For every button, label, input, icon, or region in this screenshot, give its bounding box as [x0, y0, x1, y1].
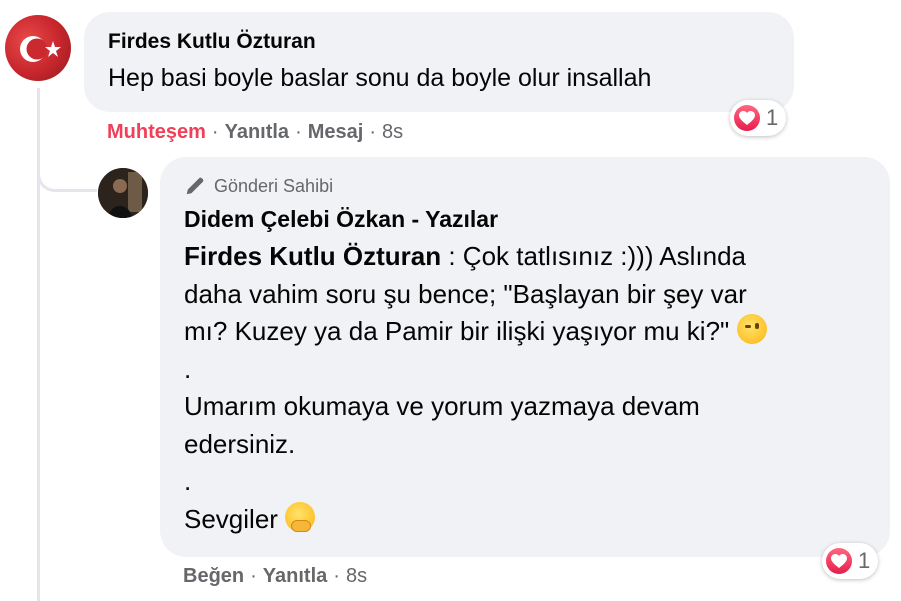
badge-label: Gönderi Sahibi	[214, 175, 334, 196]
flag-crescent-icon	[20, 36, 61, 62]
reply-reaction-summary[interactable]: 1	[822, 543, 879, 579]
reply-line-text: mı? Kuzey ya da Pamir bir ilişki yaşıyor…	[184, 316, 737, 346]
reply-line: .	[184, 353, 192, 384]
timestamp[interactable]: 8s	[382, 121, 403, 144]
reply-text: Firdes Kutlu Özturan : Çok tatlısınız :)…	[184, 238, 874, 538]
heart-reaction-icon	[826, 548, 852, 574]
mention-link[interactable]: Firdes Kutlu Özturan	[184, 241, 441, 271]
message-button[interactable]: Mesaj	[308, 121, 364, 144]
separator: ·	[211, 121, 219, 143]
reply-line: daha vahim soru şu bence; "Başlayan bir …	[184, 278, 747, 309]
comment-text: Hep basi boyle baslar sonu da boyle olur…	[108, 64, 652, 92]
pencil-icon	[186, 177, 204, 195]
reply-line: mı? Kuzey ya da Pamir bir ilişki yaşıyor…	[184, 313, 874, 351]
reply-line-text: : Çok tatlısınız :))) Aslında	[441, 241, 747, 271]
reply-line: Firdes Kutlu Özturan : Çok tatlısınız :)…	[184, 238, 874, 276]
post-author-badge: Gönderi Sahibi	[184, 175, 333, 197]
reply-author[interactable]: Didem Çelebi Özkan - Yazılar	[184, 206, 498, 233]
reply-button[interactable]: Yanıtla	[225, 121, 289, 144]
winking-face-emoji	[736, 314, 767, 344]
separator: ·	[295, 121, 302, 143]
heart-reaction-icon	[734, 105, 760, 131]
reaction-count: 1	[766, 105, 779, 130]
reply-line: edersiniz.	[184, 428, 296, 459]
person-photo-icon	[98, 168, 148, 218]
love-reaction-button[interactable]: Muhteşem	[107, 121, 206, 144]
hugging-face-emoji	[285, 501, 316, 532]
separator: ·	[369, 121, 376, 143]
separator: ·	[250, 565, 257, 587]
reply-line: Sevgiler	[184, 501, 874, 539]
like-button[interactable]: Beğen	[183, 565, 244, 588]
reply-line-text: Sevgiler	[184, 503, 286, 534]
reply-button[interactable]: Yanıtla	[263, 565, 327, 588]
timestamp[interactable]: 8s	[346, 565, 367, 588]
reply-line: Umarım okumaya ve yorum yazmaya devam	[184, 391, 700, 421]
commenter-avatar[interactable]	[5, 15, 71, 81]
reaction-count: 1	[858, 548, 871, 573]
comment-reaction-summary[interactable]: 1	[730, 100, 787, 136]
reply-actions: Beğen · Yanıtla · 8s	[183, 565, 367, 588]
reply-author-avatar[interactable]	[98, 168, 148, 218]
reply-line: .	[184, 466, 192, 496]
thread-connector	[37, 140, 97, 192]
comment-author[interactable]: Firdes Kutlu Özturan	[108, 30, 316, 54]
comment-actions: Muhteşem · Yanıtla · Mesaj · 8s	[107, 121, 403, 144]
separator: ·	[333, 565, 340, 587]
comment-bubble	[84, 12, 794, 112]
